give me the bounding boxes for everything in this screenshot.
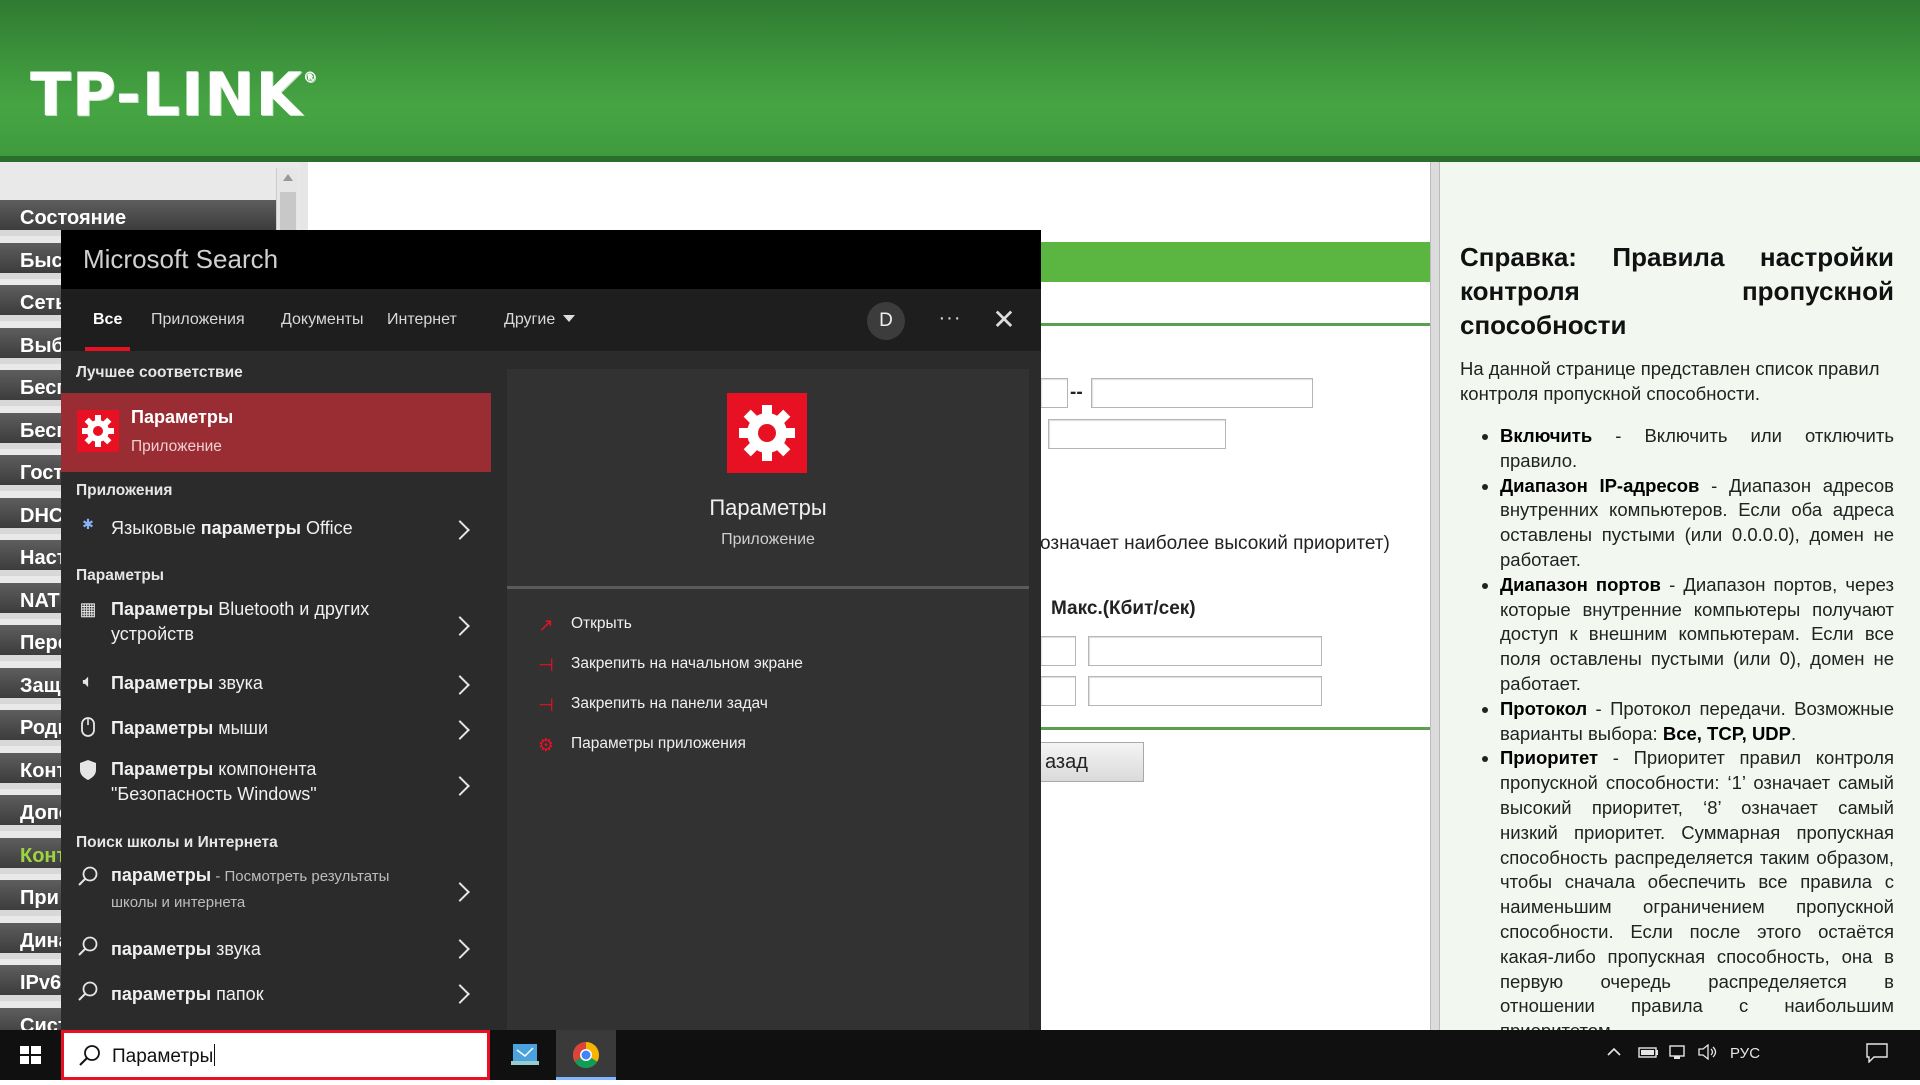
tplink-header: TP-LINK® (0, 0, 1920, 162)
preview-pane: Параметры Приложение ↗ Открыть ⊣ Закрепи… (507, 369, 1029, 1030)
help-item: Приоритет - Приоритет правил контроля пр… (1500, 746, 1894, 1030)
content-title-bar (1040, 242, 1432, 282)
pin-taskbar-action[interactable]: ⊣ Закрепить на панели задач (535, 692, 815, 720)
apps-header: Приложения (76, 482, 173, 499)
port-range-field[interactable] (1048, 419, 1226, 449)
mouse-icon (77, 716, 99, 738)
language-settings-icon: ✱ (82, 516, 94, 532)
tab-all[interactable]: Все (84, 289, 131, 351)
max-bandwidth-label: Макс.(Кбит/сек) (1051, 598, 1196, 619)
tab-web[interactable]: Интернет (387, 289, 457, 351)
chevron-right-icon (450, 616, 470, 636)
search-input[interactable]: Параметры (112, 1044, 216, 1068)
avatar[interactable]: D (867, 302, 905, 340)
pin-icon: ⊣ (538, 655, 554, 675)
result-item[interactable]: 🔈︎ Параметры звука (61, 663, 491, 703)
result-item[interactable]: ✱ Языковые параметры Office (61, 506, 491, 550)
ip-start-field[interactable] (1040, 378, 1068, 408)
notifications-icon[interactable] (1866, 1043, 1888, 1068)
help-item: Диапазон портов - Диапазон портов, через… (1500, 573, 1894, 697)
egress-max-field[interactable] (1088, 636, 1322, 666)
chevron-right-icon (450, 675, 470, 695)
egress-min-field[interactable] (1040, 636, 1076, 666)
result-item[interactable]: параметры звука (61, 929, 491, 969)
language-indicator[interactable]: РУС (1730, 1045, 1760, 1062)
priority-note: означает наиболее высокий приоритет) (1040, 533, 1390, 554)
result-item[interactable]: параметры папок (61, 974, 491, 1014)
pin-icon: ⊣ (538, 695, 554, 715)
result-item[interactable]: параметры - Посмотреть результаты школы … (61, 861, 491, 925)
bluetooth-devices-icon: ▦ (79, 599, 97, 619)
tab-apps[interactable]: Приложения (151, 289, 245, 351)
app-settings-action[interactable]: ⚙ Параметры приложения (535, 732, 795, 760)
back-button[interactable]: азад (1040, 742, 1144, 782)
divider-line (1040, 323, 1432, 326)
open-action[interactable]: ↗ Открыть (535, 612, 775, 640)
help-item: Протокол - Протокол передачи. Возможные … (1500, 697, 1894, 747)
search-title: Microsoft Search (61, 230, 1041, 289)
tab-other[interactable]: Другие (504, 289, 576, 351)
help-title: Справка: Правила настройки контроля проп… (1460, 242, 1894, 340)
taskbar-app-network[interactable] (495, 1030, 555, 1080)
shield-icon (77, 759, 99, 781)
chevron-up-icon[interactable] (1606, 1044, 1622, 1065)
search-icon (78, 1043, 102, 1067)
speaker-icon: 🔈︎ (82, 671, 94, 691)
frame-divider[interactable] (1430, 162, 1440, 1030)
tplink-logo: TP-LINK® (30, 60, 319, 130)
ingress-min-field[interactable] (1040, 676, 1076, 706)
range-dash: -- (1070, 382, 1083, 403)
chevron-right-icon (450, 720, 470, 740)
result-item[interactable]: ▦ Параметры Bluetooth и других устройств (61, 593, 491, 657)
divider-line (1040, 727, 1432, 730)
settings-header: Параметры (76, 567, 165, 584)
chevron-right-icon (450, 776, 470, 796)
search-panel: Microsoft Search Все Приложения Документ… (61, 230, 1041, 1030)
taskbar-search-box[interactable]: Параметры (61, 1030, 490, 1080)
volume-icon[interactable] (1697, 1043, 1719, 1065)
chevron-right-icon (450, 520, 470, 540)
web-header: Поиск школы и Интернета (76, 834, 278, 851)
help-item: Диапазон IP-адресов - Диапазон адресов в… (1500, 474, 1894, 573)
best-match-subtitle: Приложение (131, 438, 222, 455)
help-panel: Справка: Правила настройки контроля проп… (1440, 162, 1920, 1030)
result-item[interactable]: Параметры мыши (61, 708, 491, 748)
battery-icon[interactable] (1638, 1044, 1660, 1065)
taskbar-app-chrome[interactable] (556, 1030, 616, 1080)
preview-title: Параметры (709, 495, 827, 520)
gear-icon: ⚙ (537, 735, 555, 755)
best-match-title: Параметры (131, 407, 234, 427)
search-icon (77, 935, 99, 957)
more-options-button[interactable]: ··· (931, 302, 969, 340)
help-list: Включить - Включить или отключить правил… (1460, 424, 1894, 1030)
search-icon (77, 980, 99, 1002)
results-list: Лучшее соответствие Параметры Приложение… (61, 351, 491, 1030)
network-icon[interactable] (1668, 1044, 1688, 1065)
gear-icon (727, 393, 807, 473)
chevron-down-icon (563, 315, 576, 322)
search-tabs: Все Приложения Документы Интернет Другие… (61, 289, 1041, 351)
help-item: Включить - Включить или отключить правил… (1500, 424, 1894, 474)
help-intro: На данной странице представлен список пр… (1460, 358, 1880, 404)
start-button[interactable] (0, 1030, 60, 1080)
chevron-right-icon (450, 984, 470, 1004)
pin-start-action[interactable]: ⊣ Закрепить на начальном экране (535, 652, 835, 680)
result-item[interactable]: Параметры компонента "Безопасность Windo… (61, 753, 491, 817)
preview-divider (507, 586, 1029, 589)
chevron-right-icon (450, 939, 470, 959)
gear-icon (77, 410, 119, 452)
best-match-item[interactable]: Параметры Приложение (61, 393, 491, 472)
preview-subtitle: Приложение (721, 531, 815, 548)
best-match-header: Лучшее соответствие (76, 364, 243, 381)
ip-end-field[interactable] (1091, 378, 1313, 408)
tab-documents[interactable]: Документы (281, 289, 363, 351)
close-button[interactable]: ✕ (985, 302, 1023, 340)
chevron-right-icon (450, 882, 470, 902)
ingress-max-field[interactable] (1088, 676, 1322, 706)
search-icon (77, 865, 99, 887)
open-icon: ↗ (538, 615, 554, 635)
